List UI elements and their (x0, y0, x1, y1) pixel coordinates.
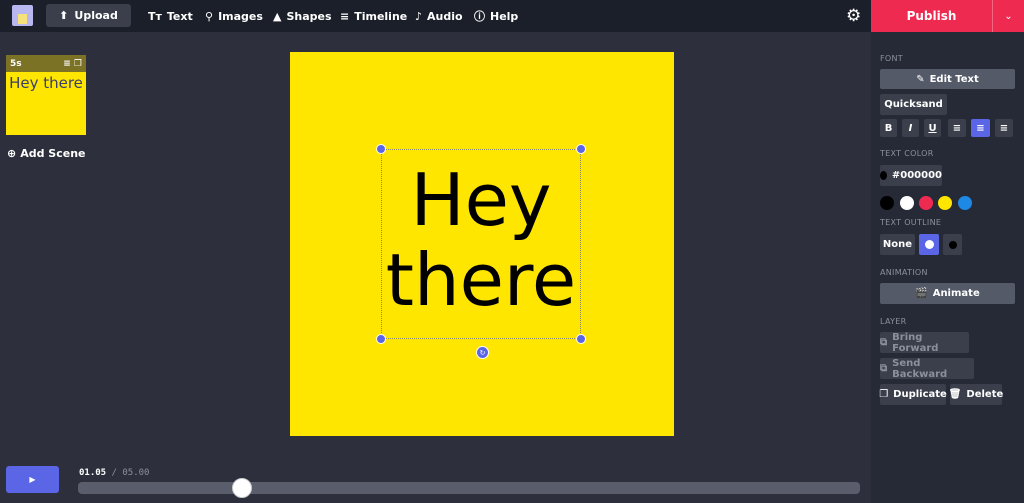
swatch-blue[interactable] (958, 196, 972, 210)
rotate-handle[interactable]: ↻ (476, 346, 489, 359)
search-icon: ⚲ (205, 9, 214, 23)
animate-button[interactable]: 🎬 Animate (880, 283, 1015, 304)
shapes-icon: ▲ (273, 9, 282, 23)
text-icon: Tт (148, 9, 162, 23)
help-icon: ⓘ (474, 10, 485, 23)
layer-label: LAYER (880, 317, 907, 326)
outline-black-button[interactable] (943, 234, 962, 255)
duplicate-button[interactable]: ❐ Duplicate (879, 384, 947, 405)
bold-button[interactable]: B (880, 119, 897, 137)
align-center-icon: ≡ (976, 122, 985, 134)
resize-handle[interactable] (376, 144, 386, 154)
resize-handle[interactable] (576, 144, 586, 154)
align-right-icon: ≡ (999, 122, 1009, 134)
app-logo[interactable] (12, 5, 33, 26)
trash-icon: 🗑 (948, 389, 962, 400)
text-color-picker[interactable]: #000000 (880, 165, 942, 186)
publish-dropdown[interactable]: ⌄ (992, 0, 1024, 32)
play-button[interactable]: ▶ (6, 466, 59, 493)
upload-icon: ⬆ (59, 9, 69, 22)
nav-shapes[interactable]: ▲ Shapes (273, 0, 332, 32)
send-backward-icon: ⧉ (880, 363, 888, 374)
outline-none-button[interactable]: None (880, 234, 915, 255)
gear-icon[interactable]: ⚙ (846, 6, 861, 26)
scene-actions-icon[interactable]: ≡ ❐ (63, 59, 82, 69)
align-left-button[interactable]: ≡ (948, 119, 966, 137)
italic-button[interactable]: I (902, 119, 919, 137)
timeline-icon: ≡ (340, 9, 350, 23)
text-outline-label: TEXT OUTLINE (880, 218, 942, 227)
nav-timeline[interactable]: ≡ Timeline (340, 0, 407, 32)
scene-duration: 5s (10, 58, 22, 69)
color-preview (880, 171, 887, 180)
scene-preview-text: Hey there (9, 74, 83, 92)
swatch-yellow[interactable] (938, 196, 952, 210)
bring-forward-icon: ⧉ (880, 337, 888, 348)
align-left-icon: ≡ (952, 122, 962, 134)
nav-images[interactable]: ⚲ Images (205, 0, 263, 32)
outline-white-button[interactable] (919, 234, 939, 255)
scrubber-handle[interactable] (232, 478, 253, 498)
scene-thumbnail[interactable]: 5s ≡ ❐ Hey there (6, 55, 86, 135)
publish-button[interactable]: Publish (871, 0, 992, 32)
resize-handle[interactable] (376, 334, 386, 344)
properties-panel: FONT ✎ Edit Text Quicksand B I U ≡ ≡ ≡ TE… (871, 32, 1024, 503)
time-readout: 01.05 / 05.00 (79, 468, 150, 478)
swatch-white[interactable] (900, 196, 914, 210)
text-color-label: TEXT COLOR (880, 149, 934, 158)
resize-handle[interactable] (576, 334, 586, 344)
align-center-button[interactable]: ≡ (971, 119, 990, 137)
music-note-icon: ♪ (415, 9, 423, 23)
play-icon: ▶ (29, 475, 36, 484)
font-select[interactable]: Quicksand (880, 94, 947, 115)
pencil-icon: ✎ (916, 73, 925, 85)
swatch-black[interactable] (880, 196, 894, 210)
nav-text[interactable]: Tт Text (148, 0, 193, 32)
plus-circle-icon: ⊕ (7, 147, 17, 160)
timeline-scrubber[interactable] (78, 482, 860, 494)
clapperboard-icon: 🎬 (915, 288, 928, 299)
align-right-button[interactable]: ≡ (995, 119, 1013, 137)
copy-icon: ❐ (879, 389, 889, 400)
chevron-down-icon: ⌄ (1004, 10, 1013, 22)
black-dot-icon (948, 240, 957, 249)
delete-button[interactable]: 🗑 Delete (948, 384, 1003, 405)
white-dot-icon (924, 240, 934, 249)
send-backward-button[interactable]: ⧉ Send Backward (880, 358, 974, 380)
swatch-red[interactable] (919, 196, 933, 210)
underline-button[interactable]: U (924, 119, 941, 137)
font-section-label: FONT (880, 54, 903, 63)
design-canvas[interactable]: Hey there ↻ (290, 52, 674, 436)
add-scene-button[interactable]: ⊕ Add Scene (7, 147, 86, 160)
upload-button[interactable]: ⬆ Upload (46, 4, 131, 27)
animation-label: ANIMATION (880, 268, 928, 277)
nav-help[interactable]: ⓘ Help (474, 0, 518, 32)
canvas-text[interactable]: Hey there (371, 160, 591, 320)
nav-audio[interactable]: ♪ Audio (415, 0, 463, 32)
edit-text-button[interactable]: ✎ Edit Text (880, 69, 1015, 89)
top-toolbar: ⬆ Upload Tт Text ⚲ Images ▲ Shapes ≡ Timeline… (0, 0, 1024, 32)
bring-forward-button[interactable]: ⧉ Bring Forward (880, 332, 969, 354)
